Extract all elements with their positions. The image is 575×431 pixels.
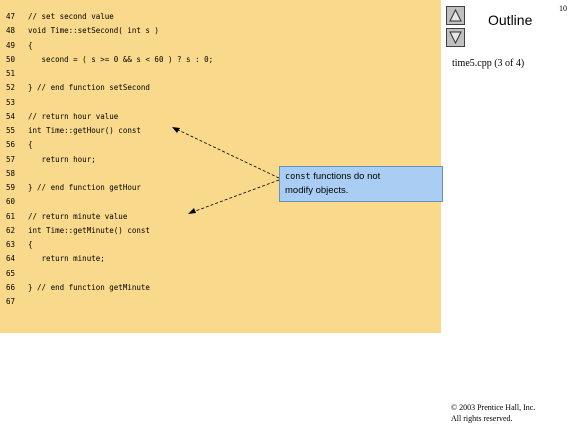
outline-title[interactable]: Outline xyxy=(488,12,532,28)
arrow-to-gethour-const xyxy=(173,127,280,179)
arrowhead-getminute xyxy=(188,208,196,214)
callout-text-line1: functions do not xyxy=(310,171,381,182)
triangle-down-icon xyxy=(449,31,462,44)
copyright-line2: All rights reserved. xyxy=(451,414,513,423)
triangle-up-icon xyxy=(449,9,462,22)
copyright: © 2003 Prentice Hall, Inc. All rights re… xyxy=(451,402,571,424)
file-label: time5.cpp (3 of 4) xyxy=(452,58,525,69)
const-callout: const functions do not modify objects. xyxy=(279,166,443,202)
previous-slide-button[interactable] xyxy=(446,6,465,25)
arrow-to-getminute-const xyxy=(189,179,280,214)
next-slide-button[interactable] xyxy=(446,28,465,47)
copyright-line1: © 2003 Prentice Hall, Inc. xyxy=(451,403,536,412)
callout-text-line2: modify objects. xyxy=(285,185,349,196)
callout-keyword: const xyxy=(285,172,311,182)
page-number: 10 xyxy=(559,4,567,13)
